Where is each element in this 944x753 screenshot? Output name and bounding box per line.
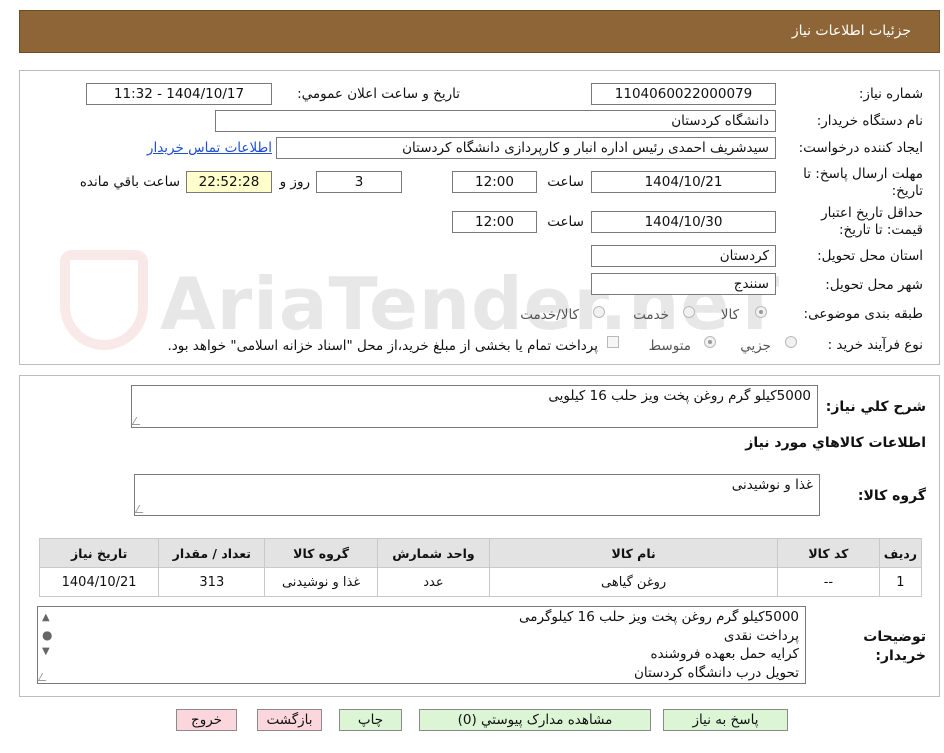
back-button[interactable]: بازگشت xyxy=(257,709,322,731)
col-header-item-group: گروه کالا xyxy=(264,538,378,568)
requester-field[interactable]: سیدشریف احمدی رئیس اداره انبار و کارپردا… xyxy=(276,137,776,159)
goods-group-text: غذا و نوشیدنی xyxy=(731,477,813,493)
resize-handle-icon[interactable] xyxy=(131,417,145,425)
category-radio-goods[interactable] xyxy=(755,306,767,318)
page-header: جزئیات اطلاعات نیاز xyxy=(19,10,940,53)
purchase-radio-minor[interactable] xyxy=(785,336,797,348)
treasury-note: پرداخت تمام یا بخشی از مبلغ خرید،از محل … xyxy=(167,338,598,354)
goods-group-label: گروه کالا: xyxy=(857,488,926,504)
col-header-need-date: تاریخ نیاز xyxy=(38,538,160,568)
goods-group-textarea[interactable]: غذا و نوشیدنی xyxy=(134,474,820,516)
validity-time-label: ساعت xyxy=(547,214,584,230)
page-title: جزئیات اطلاعات نیاز xyxy=(791,23,911,39)
cell-item-group: غذا و نوشیدنی xyxy=(264,567,378,597)
buyer-notes-line: 5000کیلو گرم روغن پخت ویز حلب 16 کیلوگرم… xyxy=(519,609,799,625)
reply-button[interactable]: پاسخ به نیاز xyxy=(663,709,788,731)
goods-info-title: اطلاعات کالاهاي مورد نياز xyxy=(745,435,926,451)
cell-item-code: -- xyxy=(776,567,880,597)
category-radio-service[interactable] xyxy=(683,306,695,318)
col-header-item-code: کد کالا xyxy=(776,538,880,568)
remaining-time-label: ساعت باقي مانده xyxy=(79,174,180,190)
category-option-service: خدمت xyxy=(633,307,669,323)
city-field[interactable]: سنندج xyxy=(591,273,776,295)
buyer-org-field[interactable]: دانشگاه کردستان xyxy=(215,110,776,132)
summary-label: شرح کلي نياز: xyxy=(825,399,926,415)
cell-quantity: 313 xyxy=(158,567,266,597)
buyer-notes-textarea[interactable]: 5000کیلو گرم روغن پخت ویز حلب 16 کیلوگرم… xyxy=(37,606,806,684)
resize-handle-icon[interactable] xyxy=(134,505,148,513)
city-label: شهر محل تحویل: xyxy=(825,277,923,293)
validity-label: حداقل تاریخ اعتبار قیمت: تا تاریخ: xyxy=(821,205,923,238)
buyer-notes-line: کرایه حمل بعهده فروشنده xyxy=(650,646,800,662)
scroll-up-icon[interactable]: ▲ xyxy=(42,612,50,623)
announce-datetime-label: تاریخ و ساعت اعلان عمومي: xyxy=(297,86,460,102)
days-label: روز و xyxy=(279,174,310,190)
print-button[interactable]: چاپ xyxy=(339,709,402,731)
buyer-notes-line: پرداخت نقدی xyxy=(723,627,799,644)
scroll-down-icon[interactable]: ▼ xyxy=(42,646,50,657)
items-table: ردیف کد کالا نام کالا واحد شمارش گروه کا… xyxy=(38,538,923,597)
purchase-type-label: نوع فرآیند خرید : xyxy=(827,337,923,353)
contact-info-link[interactable]: اطلاعات تماس خریدار xyxy=(147,140,272,156)
deadline-label: مهلت ارسال پاسخ: تا تاریخ: xyxy=(803,166,923,199)
deadline-time-label: ساعت xyxy=(547,174,584,190)
buyer-notes-label: توضیحات خریدار: xyxy=(863,629,926,664)
category-radio-goods-service[interactable] xyxy=(593,306,605,318)
cell-need-date: 1404/10/21 xyxy=(38,567,160,597)
purchase-radio-medium[interactable] xyxy=(704,336,716,348)
col-header-row-number: ردیف xyxy=(878,538,923,568)
col-header-item-name: نام کالا xyxy=(489,538,778,568)
purchase-option-minor: جزیي xyxy=(740,338,771,354)
need-number-field[interactable]: 1104060022000079 xyxy=(591,83,776,105)
cell-item-name: روغن گیاهی xyxy=(489,567,778,597)
treasury-checkbox[interactable] xyxy=(607,336,619,348)
purchase-option-medium: متوسط xyxy=(648,338,691,354)
need-number-label: شماره نیاز: xyxy=(858,86,923,102)
scroll-thumb-icon[interactable]: ● xyxy=(42,628,52,642)
remaining-time-field: 22:52:28 xyxy=(186,171,272,193)
validity-date-field[interactable]: 1404/10/30 xyxy=(591,211,776,233)
col-header-quantity: تعداد / مقدار xyxy=(158,538,266,568)
summary-textarea[interactable]: 5000کیلو گرم روغن پخت ویز حلب 16 کیلویی xyxy=(131,385,818,428)
table-row[interactable]: 1 -- روغن گیاهی عدد غذا و نوشیدنی 313 14… xyxy=(38,567,923,597)
table-header-row: ردیف کد کالا نام کالا واحد شمارش گروه کا… xyxy=(38,538,923,568)
col-header-unit: واحد شمارش xyxy=(376,538,491,568)
days-field[interactable]: 3 xyxy=(316,171,402,193)
province-field[interactable]: کردستان xyxy=(591,245,776,267)
category-option-goods-service: کالا/خدمت xyxy=(520,307,579,323)
summary-text: 5000کیلو گرم روغن پخت ویز حلب 16 کیلویی xyxy=(548,388,811,404)
province-label: استان محل تحویل: xyxy=(817,248,923,264)
exit-button[interactable]: خروج xyxy=(176,709,237,731)
cell-unit: عدد xyxy=(376,567,491,597)
view-attachments-button[interactable]: مشاهده مدارک پیوستي (0) xyxy=(419,709,651,731)
buyer-org-label: نام دستگاه خريدار: xyxy=(816,113,923,129)
cell-row-number: 1 xyxy=(878,567,923,597)
requester-label: ایجاد کننده درخواست: xyxy=(798,140,923,156)
buyer-notes-line: تحویل درب دانشگاه کردستان xyxy=(633,664,799,681)
category-option-goods: کالا xyxy=(720,307,739,323)
validity-time-field[interactable]: 12:00 xyxy=(452,211,537,233)
category-label: طبقه بندی موضوعی: xyxy=(803,306,923,322)
announce-datetime-field[interactable]: 1404/10/17 - 11:32 xyxy=(86,83,272,105)
deadline-time-field[interactable]: 12:00 xyxy=(452,171,537,193)
deadline-date-field[interactable]: 1404/10/21 xyxy=(591,171,776,193)
